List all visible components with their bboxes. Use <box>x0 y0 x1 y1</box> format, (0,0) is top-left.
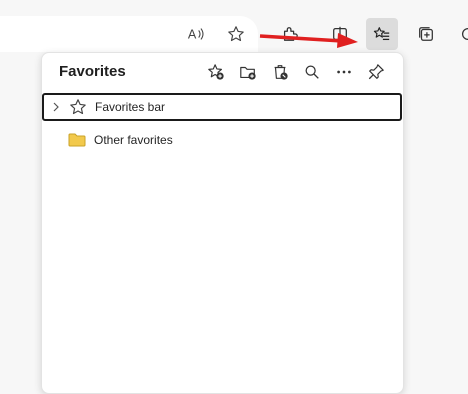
svg-text:A: A <box>188 28 197 42</box>
read-aloud-icon[interactable]: A <box>180 18 212 50</box>
other-favorites-item[interactable]: Other favorites <box>43 126 401 154</box>
favorites-panel: Favorites Favorites bar Other favorites <box>41 52 404 394</box>
annotation-arrow <box>259 33 358 48</box>
copilot-icon[interactable] <box>452 18 468 50</box>
chevron-right-icon[interactable] <box>47 100 65 114</box>
browser-toolbar: A <box>0 0 468 52</box>
panel-actions <box>200 59 392 85</box>
favorites-bar-label: Favorites bar <box>95 100 166 114</box>
delete-icon[interactable] <box>264 59 296 85</box>
collections-icon[interactable] <box>410 18 442 50</box>
add-favorite-icon[interactable] <box>200 59 232 85</box>
pin-icon[interactable] <box>360 59 392 85</box>
search-icon[interactable] <box>296 59 328 85</box>
favorites-bar-item[interactable]: Favorites bar <box>42 93 402 121</box>
favorites-icon[interactable] <box>366 18 398 50</box>
more-icon[interactable] <box>328 59 360 85</box>
folder-icon <box>66 131 88 149</box>
add-favorite-icon[interactable] <box>220 18 252 50</box>
other-favorites-label: Other favorites <box>94 133 173 147</box>
panel-title: Favorites <box>59 63 126 80</box>
star-outline-icon <box>67 98 89 116</box>
add-folder-icon[interactable] <box>232 59 264 85</box>
